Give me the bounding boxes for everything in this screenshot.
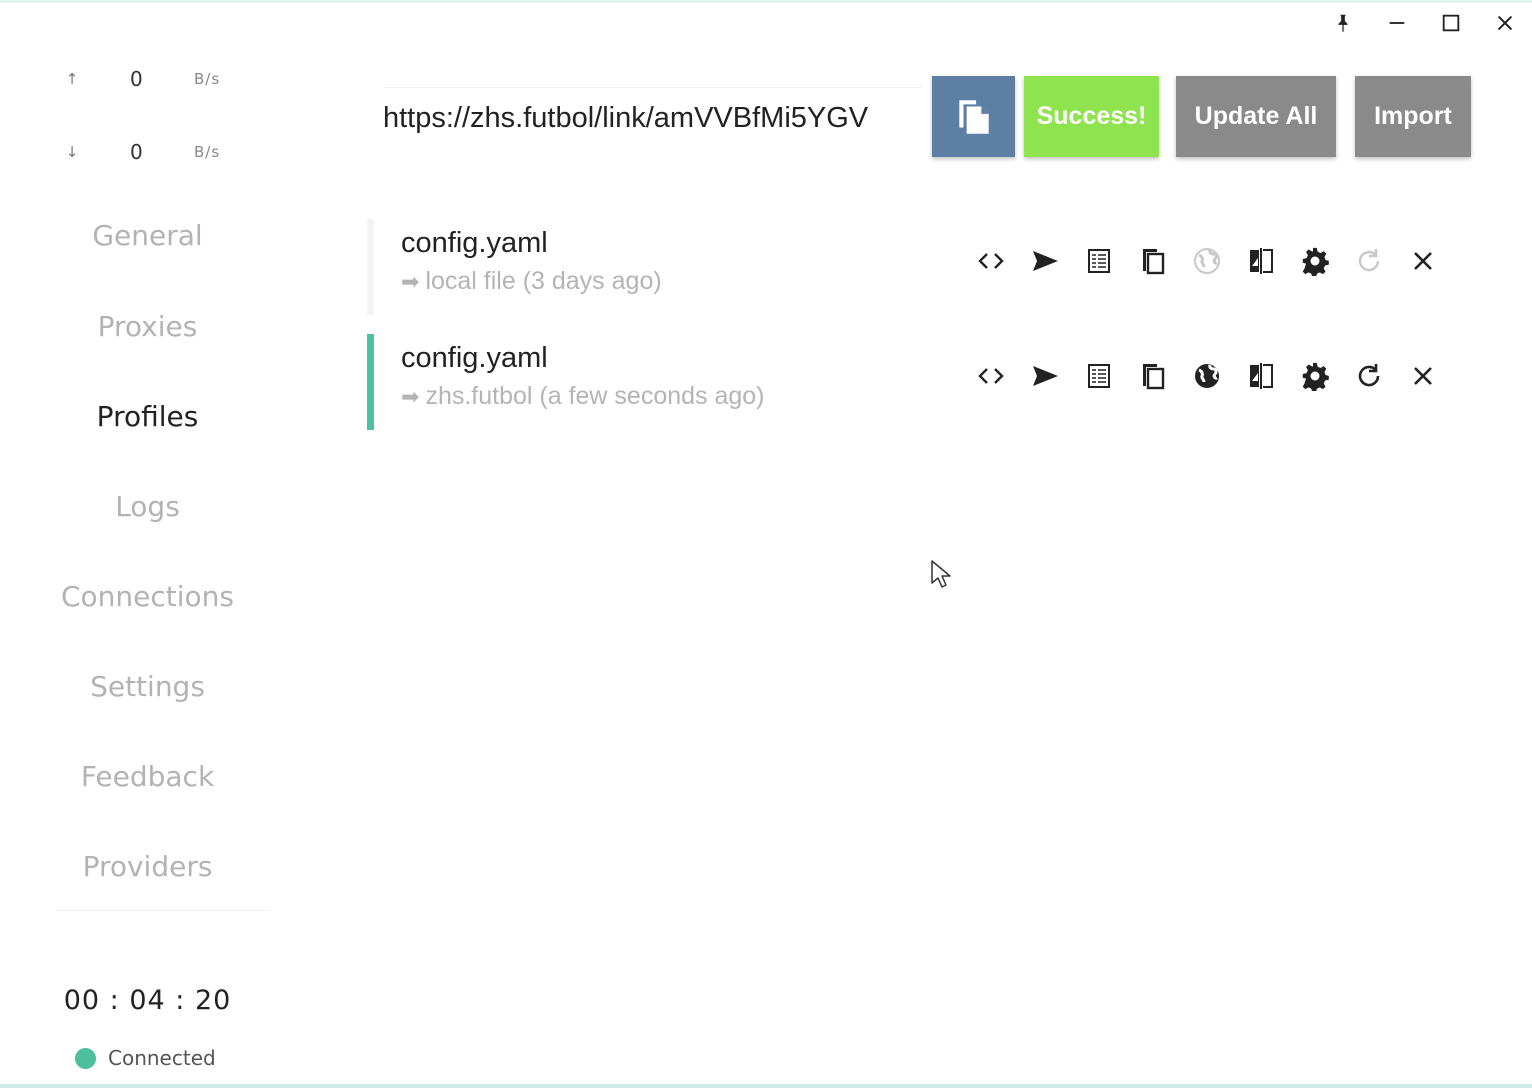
profile-source-text: zhs.futbol (a few seconds ago)	[425, 382, 765, 410]
status-label: Connected	[108, 1046, 216, 1070]
profile-source: ➡ local file (3 days ago)	[401, 267, 662, 296]
sidebar-item-feedback[interactable]: Feedback	[0, 746, 295, 806]
copy-icon[interactable]	[1126, 241, 1180, 281]
sidebar-item-proxies[interactable]: Proxies	[0, 296, 295, 356]
profile-indicator	[367, 334, 374, 430]
profile-card[interactable]: config.yaml ➡ zhs.futbol (a few seconds …	[367, 334, 1467, 430]
sidebar-item-general[interactable]: General	[0, 205, 295, 265]
compare-icon[interactable]	[1234, 356, 1288, 396]
status-dot-icon	[75, 1047, 96, 1069]
delete-icon[interactable]	[1396, 241, 1450, 281]
view-list-icon[interactable]	[1072, 356, 1126, 396]
profile-name: config.yaml	[401, 227, 548, 259]
import-button[interactable]: Import	[1355, 76, 1471, 157]
window-controls	[1316, 3, 1532, 43]
maximize-icon[interactable]	[1424, 3, 1478, 43]
edit-code-icon[interactable]	[964, 356, 1018, 396]
view-list-icon[interactable]	[1072, 241, 1126, 281]
profile-url-input[interactable]	[383, 87, 923, 149]
compare-icon[interactable]	[1234, 241, 1288, 281]
sidebar-item-connections[interactable]: Connections	[0, 566, 295, 626]
paste-icon	[958, 99, 989, 134]
download-success-button[interactable]: Success!	[1024, 76, 1159, 157]
source-arrow-icon: ➡	[401, 268, 420, 294]
edit-code-icon[interactable]	[964, 241, 1018, 281]
sidebar-divider	[55, 910, 270, 911]
sidebar: ↑ 0 B/s ↓ 0 B/s General Proxies Profiles…	[0, 3, 295, 1084]
update-all-button[interactable]: Update All	[1176, 76, 1336, 157]
upload-speed: ↑ 0 B/s	[60, 66, 250, 92]
sidebar-item-providers[interactable]: Providers	[0, 836, 295, 896]
delete-icon[interactable]	[1396, 356, 1450, 396]
gear-icon[interactable]	[1288, 356, 1342, 396]
profile-indicator	[367, 219, 374, 315]
send-icon[interactable]	[1018, 356, 1072, 396]
globe-icon[interactable]	[1180, 241, 1234, 281]
paste-button[interactable]	[932, 76, 1015, 157]
refresh-icon[interactable]	[1342, 241, 1396, 281]
sidebar-item-settings[interactable]: Settings	[0, 656, 295, 716]
profile-card[interactable]: config.yaml ➡ local file (3 days ago)	[367, 219, 1467, 315]
copy-icon[interactable]	[1126, 356, 1180, 396]
pin-icon[interactable]	[1316, 3, 1370, 43]
sidebar-item-logs[interactable]: Logs	[0, 476, 295, 536]
refresh-icon[interactable]	[1342, 356, 1396, 396]
uptime-timer: 00 : 04 : 20	[63, 985, 232, 1016]
profile-actions	[964, 241, 1450, 281]
download-arrow-icon: ↓	[65, 143, 79, 161]
download-speed: ↓ 0 B/s	[60, 139, 250, 165]
app-window: ↑ 0 B/s ↓ 0 B/s General Proxies Profiles…	[0, 0, 1532, 1088]
download-unit: B/s	[194, 143, 221, 161]
sidebar-item-profiles[interactable]: Profiles	[0, 386, 295, 446]
send-icon[interactable]	[1018, 241, 1072, 281]
profile-actions	[964, 356, 1450, 396]
globe-icon[interactable]	[1180, 356, 1234, 396]
close-icon[interactable]	[1478, 3, 1532, 43]
source-arrow-icon: ➡	[401, 383, 420, 409]
connection-status: Connected	[75, 1046, 216, 1070]
profile-name: config.yaml	[401, 342, 548, 374]
profile-source: ➡ zhs.futbol (a few seconds ago)	[401, 382, 765, 411]
gear-icon[interactable]	[1288, 241, 1342, 281]
mouse-cursor-icon	[931, 560, 951, 588]
upload-arrow-icon: ↑	[65, 70, 79, 88]
profile-source-text: local file (3 days ago)	[425, 267, 662, 295]
download-value: 0	[130, 140, 143, 164]
minimize-icon[interactable]	[1370, 3, 1424, 43]
upload-value: 0	[130, 67, 143, 91]
upload-unit: B/s	[194, 70, 221, 88]
